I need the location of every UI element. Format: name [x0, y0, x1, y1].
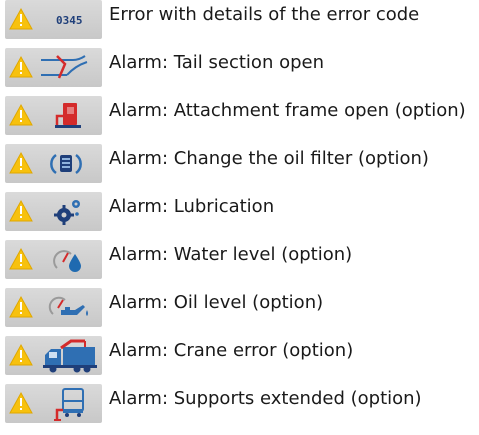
- supports-extended-icon: [54, 388, 84, 421]
- legend-row-lubrication: Alarm: Lubrication: [5, 192, 479, 240]
- alarm-tile: [5, 336, 102, 375]
- legend-row-tail-section: Alarm: Tail section open: [5, 48, 479, 96]
- tail-section-icon: [41, 55, 88, 79]
- legend-label: Alarm: Lubrication: [109, 196, 275, 217]
- warning-triangle-icon: [9, 343, 33, 366]
- oil-level-icon: [48, 296, 88, 316]
- warning-triangle-icon: [9, 151, 33, 174]
- warning-triangle-icon: [9, 55, 33, 78]
- warning-triangle-icon: [9, 247, 33, 270]
- alarm-tile: [5, 48, 102, 87]
- warning-triangle-icon: [9, 103, 33, 126]
- warning-triangle-icon: [9, 391, 33, 414]
- legend-row-oil-level: Alarm: Oil level (option): [5, 288, 479, 336]
- alarm-tile: [5, 96, 102, 135]
- legend-row-supports-extended: Alarm: Supports extended (option): [5, 384, 479, 432]
- legend-row-attachment-frame: Alarm: Attachment frame open (option): [5, 96, 479, 144]
- legend-label: Alarm: Change the oil filter (option): [109, 148, 429, 169]
- legend-label: Alarm: Attachment frame open (option): [109, 100, 466, 121]
- alarm-tile: [5, 144, 102, 183]
- oil-filter-icon: [50, 153, 82, 175]
- legend-label: Alarm: Oil level (option): [109, 292, 324, 313]
- warning-triangle-icon: [9, 7, 33, 30]
- legend-label: Error with details of the error code: [109, 4, 420, 25]
- alarm-tile: [5, 192, 102, 231]
- attachment-frame-icon: [55, 103, 81, 128]
- legend-row-crane-error: Alarm: Crane error (option): [5, 336, 479, 384]
- alarm-tile: [5, 384, 102, 423]
- legend-label: Alarm: Tail section open: [109, 52, 324, 73]
- legend-label: Alarm: Water level (option): [109, 244, 353, 265]
- alarm-tile: [5, 288, 102, 327]
- lubrication-gears-icon: [54, 200, 80, 225]
- warning-triangle-icon: [9, 295, 33, 318]
- warning-triangle-icon: [9, 199, 33, 222]
- legend-row-oil-filter: Alarm: Change the oil filter (option): [5, 144, 479, 192]
- legend-label: Alarm: Crane error (option): [109, 340, 354, 361]
- legend-row-water-level: Alarm: Water level (option): [5, 240, 479, 288]
- crane-truck-icon: [43, 339, 97, 373]
- alarm-tile: 0345: [5, 0, 102, 39]
- alarm-tile: [5, 240, 102, 279]
- legend-label: Alarm: Supports extended (option): [109, 388, 422, 409]
- error-code-value: 0345: [56, 14, 83, 27]
- legend-row-error-code: 0345 Error with details of the error cod…: [5, 0, 479, 48]
- water-level-icon: [53, 250, 81, 272]
